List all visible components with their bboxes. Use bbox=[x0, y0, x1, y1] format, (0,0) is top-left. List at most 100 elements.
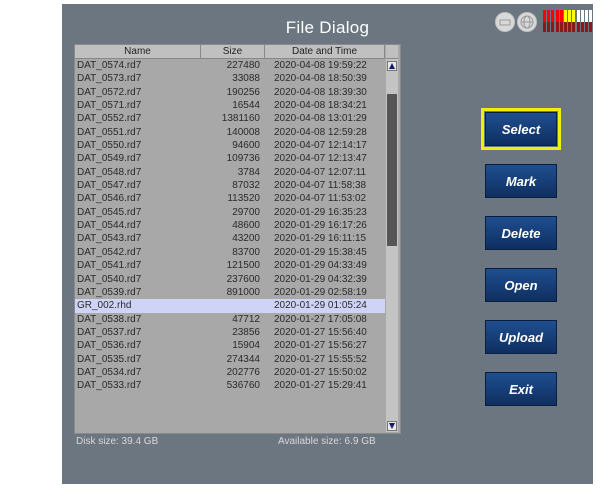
file-name: DAT_0540.rd7 bbox=[77, 273, 142, 285]
file-date: 2020-04-08 18:39:30 bbox=[274, 86, 367, 98]
file-date: 2020-01-29 16:11:15 bbox=[274, 233, 367, 245]
scrollbar[interactable] bbox=[386, 59, 398, 432]
file-name: DAT_0536.rd7 bbox=[77, 340, 142, 352]
table-row[interactable]: DAT_0546.rd7 113520 2020-04-07 11:53:02 bbox=[75, 192, 385, 205]
file-date: 2020-04-08 13:01:29 bbox=[274, 113, 367, 125]
table-row[interactable]: DAT_0536.rd7 15904 2020-01-27 15:56:27 bbox=[75, 339, 385, 352]
table-row[interactable]: DAT_0551.rd7 140008 2020-04-08 12:59:28 bbox=[75, 126, 385, 139]
file-date: 2020-04-08 19:59:22 bbox=[274, 60, 367, 71]
file-date: 2020-04-08 12:59:28 bbox=[274, 126, 367, 138]
file-size: 121500 bbox=[226, 260, 260, 272]
file-date: 2020-01-27 15:56:40 bbox=[274, 326, 367, 338]
file-date: 2020-01-29 02:58:19 bbox=[274, 286, 367, 298]
file-table: Name Size Date and Time DAT_0574.rd7 2274… bbox=[74, 44, 401, 434]
level-meter-bar bbox=[580, 10, 584, 32]
level-meter-bar bbox=[564, 10, 567, 32]
table-row[interactable]: DAT_0550.rd7 94600 2020-04-07 12:14:17 bbox=[75, 139, 385, 152]
file-size: 1381160 bbox=[221, 113, 260, 125]
file-size: 83700 bbox=[232, 246, 260, 258]
scroll-up-icon[interactable] bbox=[387, 61, 397, 71]
storage-icon[interactable] bbox=[495, 12, 515, 32]
table-row[interactable]: DAT_0537.rd7 23856 2020-01-27 15:56:40 bbox=[75, 326, 385, 339]
file-name: DAT_0542.rd7 bbox=[77, 246, 142, 258]
file-date: 2020-01-29 15:38:45 bbox=[274, 246, 367, 258]
table-row[interactable]: DAT_0574.rd7 227480 2020-04-08 19:59:22 bbox=[75, 59, 385, 72]
exit-button[interactable]: Exit bbox=[485, 372, 557, 406]
level-meter-icon bbox=[543, 10, 593, 32]
table-row[interactable]: DAT_0540.rd7 237600 2020-01-29 04:32:39 bbox=[75, 273, 385, 286]
file-size: 3784 bbox=[237, 166, 260, 178]
file-size: 237600 bbox=[226, 273, 260, 285]
column-header-date[interactable]: Date and Time bbox=[265, 45, 385, 58]
file-name: DAT_0573.rd7 bbox=[77, 73, 142, 85]
table-row[interactable]: DAT_0538.rd7 47712 2020-01-27 17:05:08 bbox=[75, 313, 385, 326]
file-name: DAT_0550.rd7 bbox=[77, 140, 142, 152]
table-row[interactable]: DAT_0539.rd7 891000 2020-01-29 02:58:19 bbox=[75, 286, 385, 299]
delete-button[interactable]: Delete bbox=[485, 216, 557, 250]
file-name: DAT_0574.rd7 bbox=[77, 60, 142, 71]
file-name: DAT_0534.rd7 bbox=[77, 366, 142, 378]
file-size: 140008 bbox=[226, 126, 260, 138]
table-row[interactable]: DAT_0533.rd7 536760 2020-01-27 15:29:41 bbox=[75, 379, 385, 392]
file-size: 87032 bbox=[232, 180, 260, 192]
upload-button[interactable]: Upload bbox=[485, 320, 557, 354]
file-name: DAT_0547.rd7 bbox=[77, 180, 142, 192]
file-name: DAT_0572.rd7 bbox=[77, 86, 142, 98]
file-name: GR_002.rhd bbox=[77, 300, 132, 312]
level-meter-bar bbox=[572, 10, 576, 32]
file-list: DAT_0574.rd7 227480 2020-04-08 19:59:22 DAT… bbox=[75, 59, 385, 393]
scroll-down-icon[interactable] bbox=[387, 421, 397, 431]
status-icons bbox=[495, 10, 595, 32]
level-meter-bar bbox=[547, 10, 551, 32]
table-row[interactable]: DAT_0571.rd7 16544 2020-04-08 18:34:21 bbox=[75, 99, 385, 112]
level-meter-bar bbox=[589, 10, 593, 32]
select-button[interactable]: Select bbox=[481, 108, 561, 150]
open-button[interactable]: Open bbox=[485, 268, 557, 302]
table-row[interactable]: DAT_0545.rd7 29700 2020-01-29 16:35:23 bbox=[75, 206, 385, 219]
file-date: 2020-01-29 16:35:23 bbox=[274, 206, 367, 218]
table-row[interactable]: GR_002.rhd 2020-01-29 01:05:24 bbox=[75, 299, 385, 313]
level-meter-bar bbox=[551, 10, 555, 32]
file-size: 48600 bbox=[232, 220, 260, 232]
table-row[interactable]: DAT_0548.rd7 3784 2020-04-07 12:07:11 bbox=[75, 166, 385, 179]
file-name: DAT_0571.rd7 bbox=[77, 100, 142, 112]
file-date: 2020-01-27 15:56:27 bbox=[274, 340, 367, 352]
file-name: DAT_0533.rd7 bbox=[77, 380, 142, 392]
table-row[interactable]: DAT_0549.rd7 109736 2020-04-07 12:13:47 bbox=[75, 152, 385, 165]
scroll-thumb[interactable] bbox=[387, 94, 397, 246]
file-name: DAT_0544.rd7 bbox=[77, 220, 142, 232]
file-size: 227480 bbox=[226, 60, 260, 71]
file-date: 2020-01-29 16:17:26 bbox=[274, 220, 367, 232]
column-header-size[interactable]: Size bbox=[201, 45, 265, 58]
level-meter-bar bbox=[559, 10, 563, 32]
level-meter-bar bbox=[585, 10, 588, 32]
table-row[interactable]: DAT_0544.rd7 48600 2020-01-29 16:17:26 bbox=[75, 219, 385, 232]
file-name: DAT_0543.rd7 bbox=[77, 233, 142, 245]
file-size: 113520 bbox=[227, 193, 260, 205]
table-row[interactable]: DAT_0573.rd7 33088 2020-04-08 18:50:39 bbox=[75, 72, 385, 85]
table-row[interactable]: DAT_0542.rd7 83700 2020-01-29 15:38:45 bbox=[75, 246, 385, 259]
table-row[interactable]: DAT_0572.rd7 190256 2020-04-08 18:39:30 bbox=[75, 86, 385, 99]
table-row[interactable]: DAT_0552.rd7 1381160 2020-04-08 13:01:29 bbox=[75, 112, 385, 125]
file-date: 2020-04-08 18:50:39 bbox=[274, 73, 367, 85]
column-header-name[interactable]: Name bbox=[75, 45, 201, 58]
file-name: DAT_0545.rd7 bbox=[77, 206, 142, 218]
table-row[interactable]: DAT_0543.rd7 43200 2020-01-29 16:11:15 bbox=[75, 232, 385, 245]
file-date: 2020-04-08 18:34:21 bbox=[274, 100, 367, 112]
available-size-label: Available size: 6.9 GB bbox=[278, 436, 376, 447]
mark-button[interactable]: Mark bbox=[485, 164, 557, 198]
level-meter-bar bbox=[568, 10, 572, 32]
table-row[interactable]: DAT_0547.rd7 87032 2020-04-07 11:58:38 bbox=[75, 179, 385, 192]
file-date: 2020-04-07 12:13:47 bbox=[274, 153, 367, 165]
file-size: 190256 bbox=[226, 86, 260, 98]
file-name: DAT_0541.rd7 bbox=[77, 260, 142, 272]
globe-icon[interactable] bbox=[517, 12, 537, 32]
table-row[interactable]: DAT_0534.rd7 202776 2020-01-27 15:50:02 bbox=[75, 366, 385, 379]
file-name: DAT_0549.rd7 bbox=[77, 153, 142, 165]
table-row[interactable]: DAT_0541.rd7 121500 2020-01-29 04:33:49 bbox=[75, 259, 385, 272]
file-date: 2020-01-27 15:50:02 bbox=[274, 366, 367, 378]
file-date: 2020-01-27 17:05:08 bbox=[274, 313, 367, 325]
table-row[interactable]: DAT_0535.rd7 274344 2020-01-27 15:55:52 bbox=[75, 353, 385, 366]
file-date: 2020-01-29 04:32:39 bbox=[274, 273, 367, 285]
file-date: 2020-01-29 01:05:24 bbox=[274, 300, 367, 312]
